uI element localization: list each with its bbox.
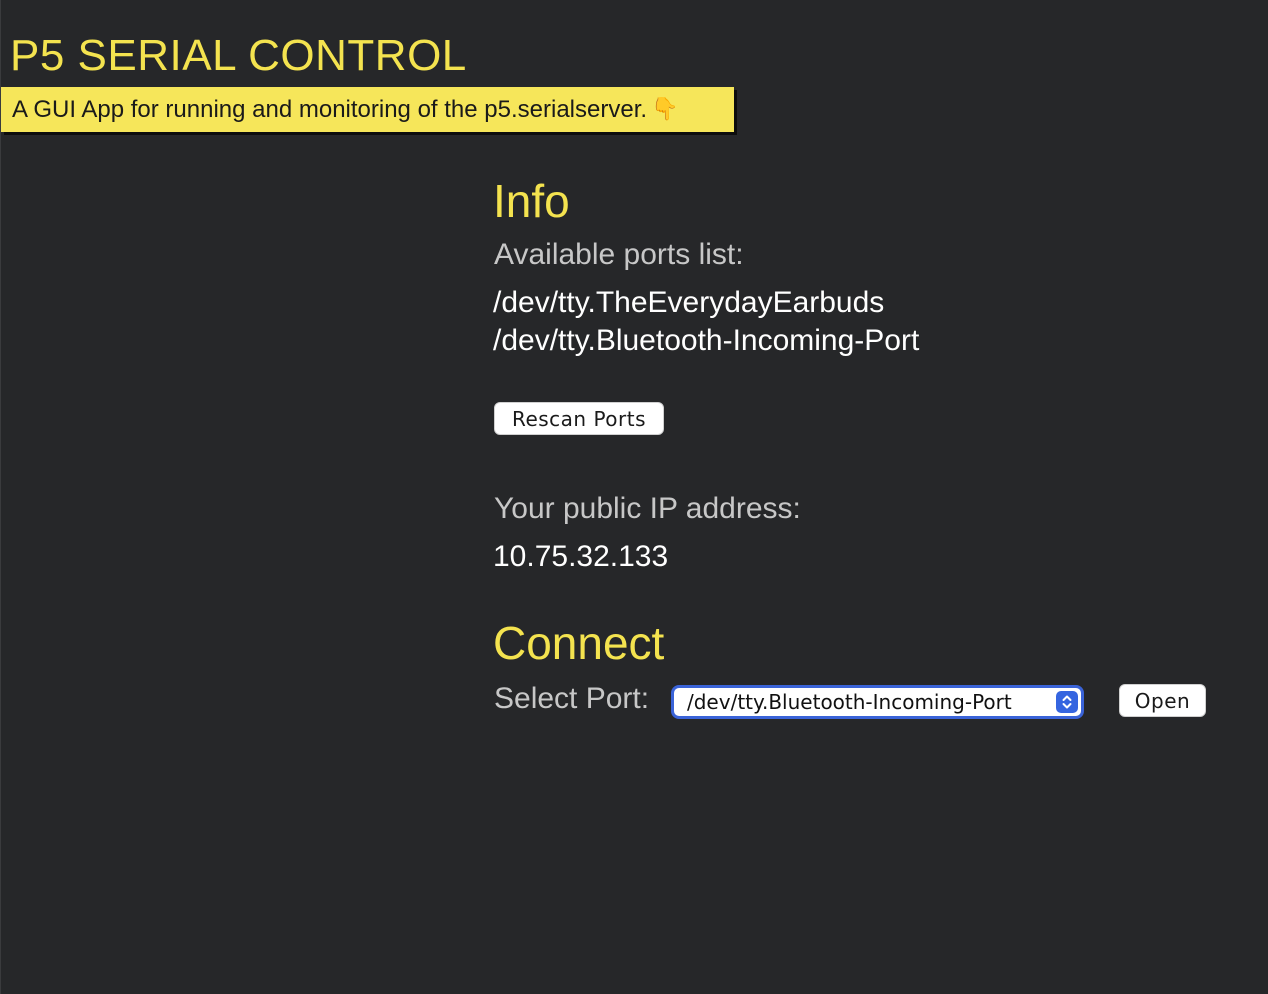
chevron-up-down-icon [1056,691,1078,713]
info-heading: Info [493,175,570,227]
port-list-item: /dev/tty.TheEverydayEarbuds [493,286,885,319]
port-list-item: /dev/tty.Bluetooth-Incoming-Port [493,324,920,357]
pointing-down-icon: 👇 [651,97,679,122]
connect-heading: Connect [493,617,665,669]
open-port-button[interactable]: Open [1119,684,1206,717]
public-ip-label: Your public IP address: [494,492,801,525]
tagline-text: A GUI App for running and monitoring of … [12,95,648,123]
app-window: P5 SERIAL CONTROL A GUI App for running … [0,0,1268,994]
select-port-label: Select Port: [494,682,650,715]
public-ip-value: 10.75.32.133 [493,540,669,573]
rescan-ports-button[interactable]: Rescan Ports [494,402,664,435]
ports-list: /dev/tty.TheEverydayEarbuds /dev/tty.Blu… [493,284,919,360]
tagline-banner: A GUI App for running and monitoring of … [1,87,734,132]
port-select-dropdown[interactable]: /dev/tty.Bluetooth-Incoming-Port [671,685,1084,719]
available-ports-label: Available ports list: [494,238,744,271]
selected-port-value: /dev/tty.Bluetooth-Incoming-Port [687,690,1012,714]
app-title: P5 SERIAL CONTROL [10,31,467,80]
